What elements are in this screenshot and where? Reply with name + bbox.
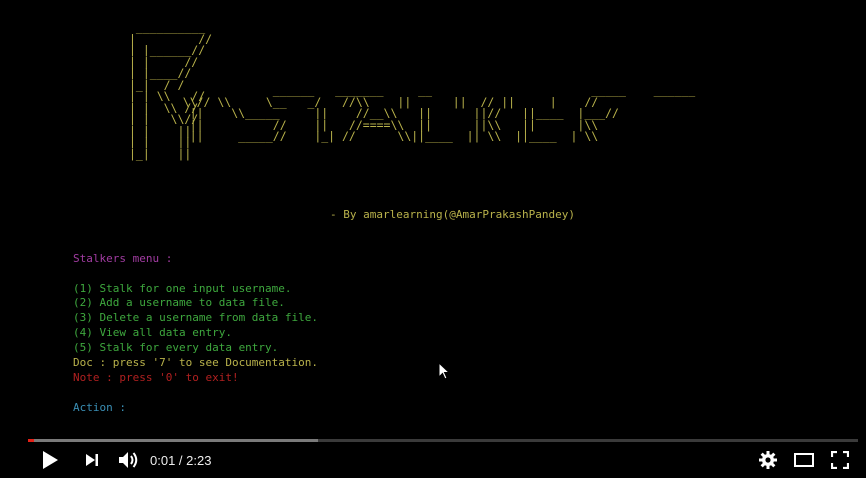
author-byline: - By amarlearning(@AmarPrakashPandey) xyxy=(330,208,576,221)
menu-item-stalk-one: (1) Stalk for one input username. xyxy=(73,282,292,295)
menu-title: Stalkers menu : xyxy=(73,252,173,265)
volume-button[interactable] xyxy=(115,450,141,474)
terminal-screen: __________ | // | |______// | | // | |__… xyxy=(0,0,866,430)
play-button[interactable] xyxy=(38,450,62,474)
theater-mode-button[interactable] xyxy=(792,450,816,474)
settings-button[interactable] xyxy=(756,450,780,474)
note-line: Note : press '0' to exit! xyxy=(73,371,239,384)
fullscreen-button[interactable] xyxy=(828,450,852,474)
current-time: 0:01 xyxy=(150,453,176,468)
play-icon xyxy=(41,450,59,474)
video-player[interactable]: __________ | // | |______// | | // | |__… xyxy=(0,0,866,478)
menu-item-delete-username: (3) Delete a username from data file. xyxy=(73,311,319,324)
volume-icon xyxy=(117,450,139,474)
next-icon xyxy=(84,452,100,472)
doc-line: Doc : press '7' to see Documentation. xyxy=(73,356,319,369)
progress-played xyxy=(28,439,34,442)
progress-bar[interactable] xyxy=(28,439,858,442)
progress-buffered xyxy=(28,439,318,442)
menu-item-view-all: (4) View all data entry. xyxy=(73,326,232,339)
time-separator: / xyxy=(175,453,187,468)
next-button[interactable] xyxy=(80,450,104,474)
time-display: 0:01 / 2:23 xyxy=(150,453,211,468)
menu-item-stalk-all: (5) Stalk for every data entry. xyxy=(73,341,279,354)
theater-icon xyxy=(793,452,815,472)
mouse-cursor-icon xyxy=(438,361,451,384)
duration: 2:23 xyxy=(186,453,212,468)
logo-ascii-stalker: ______ _______ __ _____ ______ \\// \\ \… xyxy=(182,83,696,143)
action-prompt: Action : xyxy=(73,401,126,414)
settings-icon xyxy=(758,450,778,474)
fullscreen-icon xyxy=(830,450,850,473)
menu-item-add-username: (2) Add a username to data file. xyxy=(73,296,285,309)
